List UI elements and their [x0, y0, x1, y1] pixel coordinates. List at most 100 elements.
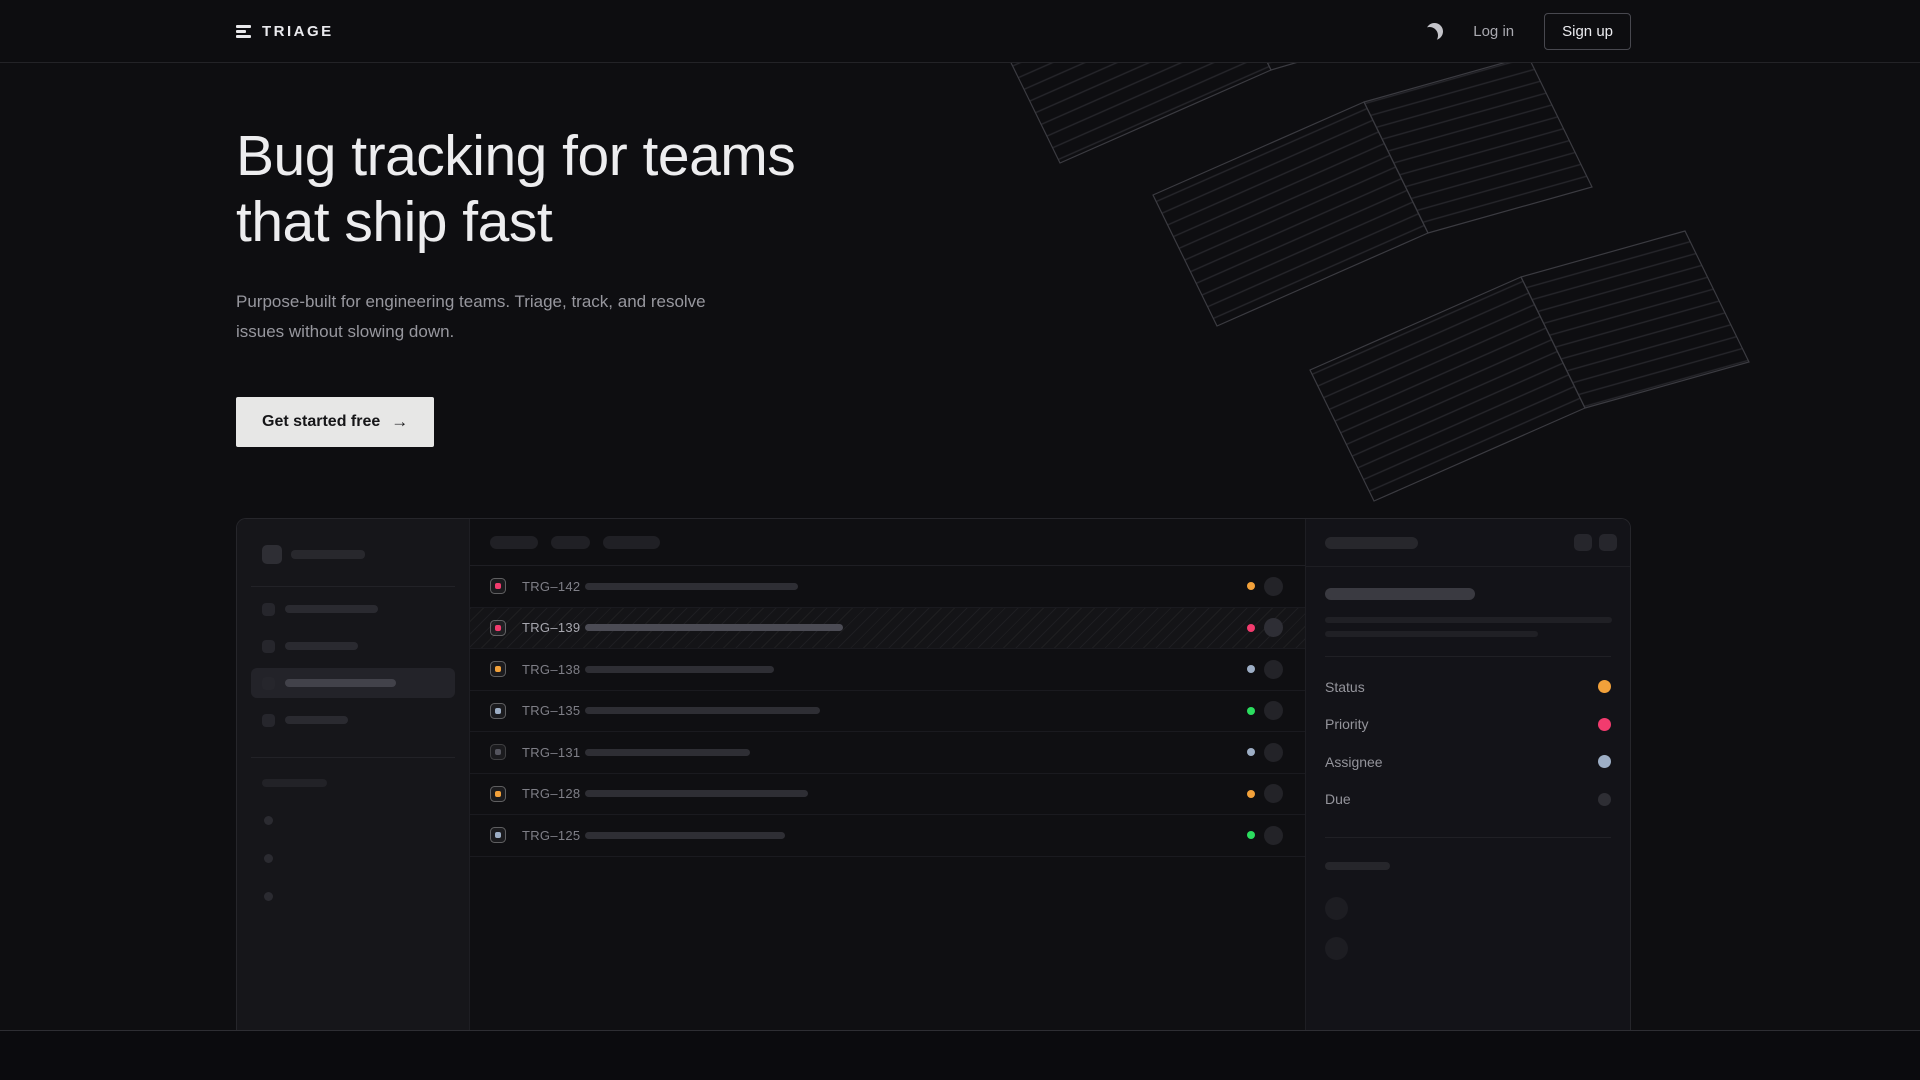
get-started-label: Get started free: [262, 413, 380, 431]
issue-row: TRG–138: [470, 649, 1305, 691]
tab-skeleton: [603, 536, 660, 549]
status-dot: [1247, 790, 1255, 798]
divider: [1325, 656, 1611, 657]
brand-name: TRIAGE: [262, 23, 334, 40]
issue-list-panel: TRG–142 TRG–139 TRG–138 TRG–135 TRG–: [470, 519, 1305, 1030]
issue-title-skeleton: [585, 583, 798, 590]
sidebar-item-skeleton-active: [251, 668, 455, 698]
tab-skeleton: [551, 536, 590, 549]
hero-subtitle: Purpose-built for engineering teams. Tri…: [236, 287, 706, 347]
issue-id: TRG–138: [522, 662, 585, 677]
issue-title-skeleton: [1325, 588, 1475, 600]
detail-title-skeleton: [1325, 537, 1418, 549]
hero-heading-line2: that ship fast: [236, 190, 552, 254]
panel-control-icon: [1599, 534, 1617, 551]
navbar: TRIAGE Log in Sign up: [0, 0, 1920, 63]
login-link[interactable]: Log in: [1473, 23, 1514, 40]
sidebar-dot-skeleton: [264, 854, 273, 863]
field-label: Priority: [1325, 716, 1369, 732]
triage-logo-icon: [236, 25, 251, 38]
description-skeleton: [1325, 631, 1538, 637]
status-dot: [1247, 665, 1255, 673]
section-label-skeleton: [262, 779, 327, 787]
detail-header: [1306, 519, 1630, 567]
issue-list: TRG–142 TRG–139 TRG–138 TRG–135 TRG–: [470, 566, 1305, 857]
divider: [1325, 837, 1611, 838]
assignee-avatar: [1264, 577, 1283, 596]
assignee-avatar: [1264, 826, 1283, 845]
status-dot: [1247, 624, 1255, 632]
detail-field-row: Due: [1325, 781, 1611, 819]
assignee-avatar: [1264, 701, 1283, 720]
field-value-dot: [1598, 755, 1611, 768]
workspace-avatar: [262, 545, 282, 564]
sidebar-item-skeleton: [251, 705, 455, 735]
tab-skeleton: [490, 536, 538, 549]
panel-controls: [1574, 534, 1617, 551]
activity-avatar-skeleton: [1325, 897, 1348, 920]
issue-row: TRG–139: [470, 608, 1305, 650]
status-dot: [1247, 582, 1255, 590]
sidebar-dot-skeleton: [264, 816, 273, 825]
detail-field-row: Priority: [1325, 706, 1611, 744]
field-label: Due: [1325, 791, 1351, 807]
issue-title-skeleton: [585, 749, 750, 756]
divider: [251, 586, 455, 587]
app-preview-card: TRG–142 TRG–139 TRG–138 TRG–135 TRG–: [236, 518, 1631, 1030]
detail-field-row: Assignee: [1325, 743, 1611, 781]
activity-label-skeleton: [1325, 862, 1390, 870]
detail-fields: Status Priority Assignee Due: [1325, 668, 1611, 818]
issue-type-icon: [490, 578, 506, 594]
status-dot: [1247, 748, 1255, 756]
issue-type-icon: [490, 744, 506, 760]
field-value-dot: [1598, 793, 1611, 806]
theme-toggle-moon-icon[interactable]: [1426, 23, 1443, 40]
issue-id: TRG–128: [522, 786, 585, 801]
issue-list-header: [470, 519, 1305, 566]
assignee-avatar: [1264, 743, 1283, 762]
issue-title-skeleton: [585, 624, 843, 631]
status-dot: [1247, 707, 1255, 715]
field-value-dot: [1598, 718, 1611, 731]
issue-type-icon: [490, 703, 506, 719]
issue-type-icon: [490, 661, 506, 677]
issue-detail-panel: Status Priority Assignee Due: [1305, 519, 1630, 1030]
issue-id: TRG–125: [522, 828, 585, 843]
issue-type-icon: [490, 620, 506, 636]
panel-control-icon: [1574, 534, 1592, 551]
assignee-avatar: [1264, 660, 1283, 679]
issue-title-skeleton: [585, 707, 820, 714]
issue-type-icon: [490, 786, 506, 802]
issue-row: TRG–142: [470, 566, 1305, 608]
assignee-avatar: [1264, 618, 1283, 637]
get-started-button[interactable]: Get started free →: [236, 397, 434, 447]
sidebar-item-skeleton: [251, 594, 455, 624]
issue-row: TRG–135: [470, 691, 1305, 733]
divider: [251, 757, 455, 758]
field-value-dot: [1598, 680, 1611, 693]
issue-id: TRG–142: [522, 579, 585, 594]
field-label: Status: [1325, 679, 1365, 695]
signup-button[interactable]: Sign up: [1544, 13, 1631, 50]
arrow-right-icon: →: [391, 412, 408, 432]
issue-row: TRG–131: [470, 732, 1305, 774]
issue-id: TRG–139: [522, 620, 585, 635]
issue-title-skeleton: [585, 790, 808, 797]
description-skeleton: [1325, 617, 1612, 623]
issue-type-icon: [490, 827, 506, 843]
hero-heading-line1: Bug tracking for teams: [236, 124, 795, 188]
footer: [0, 1030, 1920, 1080]
issue-row: TRG–128: [470, 774, 1305, 816]
issue-title-skeleton: [585, 832, 785, 839]
issue-title-skeleton: [585, 666, 774, 673]
brand-logo[interactable]: TRIAGE: [236, 23, 334, 40]
detail-field-row: Status: [1325, 668, 1611, 706]
issue-id: TRG–131: [522, 745, 585, 760]
assignee-avatar: [1264, 784, 1283, 803]
sidebar-dot-skeleton: [264, 892, 273, 901]
sidebar-item-skeleton: [251, 631, 455, 661]
activity-avatar-skeleton: [1325, 937, 1348, 960]
preview-sidebar: [237, 519, 470, 1030]
issue-row: TRG–125: [470, 815, 1305, 857]
status-dot: [1247, 831, 1255, 839]
